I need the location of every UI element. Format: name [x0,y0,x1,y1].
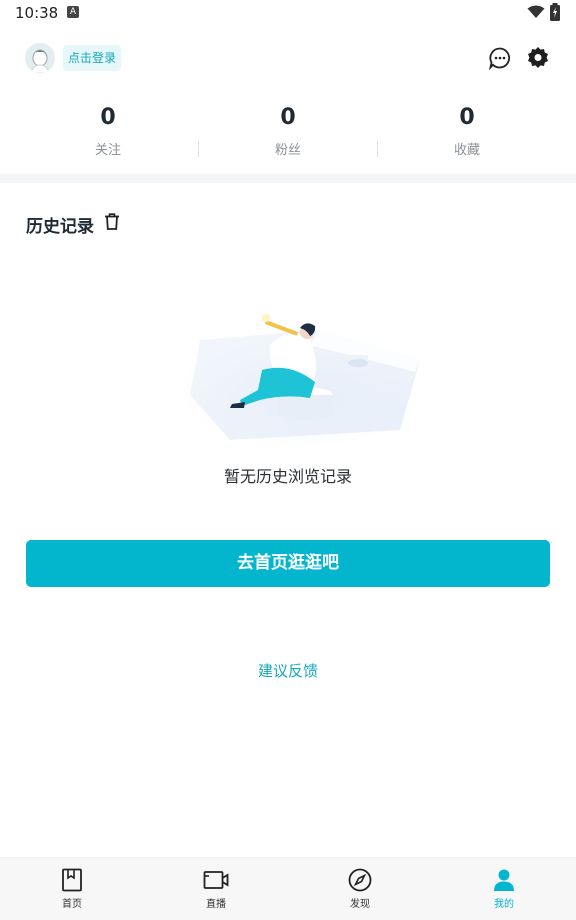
fans-count: 0 [280,105,296,130]
following-label: 关注 [94,143,121,158]
tab-mine-label: 我的 [494,899,514,910]
stats-row: 0 关注 0 粉丝 0 收藏 [0,103,576,163]
tab-discover[interactable]: 发现 [320,868,400,910]
empty-history-text: 暂无历史浏览记录 [223,467,352,486]
compass-icon [348,868,372,892]
stat-following[interactable]: 0 关注 [48,103,168,158]
stat-fans[interactable]: 0 粉丝 [228,103,348,158]
login-button[interactable]: 点击登录 [63,45,122,71]
empty-history-illustration [175,314,425,447]
profile-header: 点击登录 [0,38,576,78]
avatar-icon [25,43,55,73]
tab-home[interactable]: 首页 [32,868,112,910]
video-camera-icon [203,871,229,889]
bottom-tab-bar: 首页 直播 发现 我的 [0,857,576,920]
status-time: 10:38 [15,4,59,22]
avatar[interactable] [25,43,55,73]
favorites-count: 0 [459,105,475,130]
tab-live-label: 直播 [206,899,226,910]
stats-divider [377,141,378,157]
fans-label: 粉丝 [274,143,301,158]
go-home-button[interactable]: 去首页逛逛吧 [26,540,550,587]
tab-discover-label: 发现 [350,899,370,910]
trash-icon[interactable] [104,213,120,231]
chat-icon[interactable] [488,46,512,70]
tab-mine[interactable]: 我的 [464,868,544,910]
following-count: 0 [100,105,116,130]
person-icon [494,869,514,891]
status-bar: 10:38 A [0,0,576,28]
notification-icon: A [67,6,79,18]
tab-home-label: 首页 [62,899,82,910]
gear-icon[interactable] [526,46,550,70]
section-separator [0,174,576,183]
stats-divider [198,141,199,157]
wifi-icon [527,5,545,18]
feedback-link[interactable]: 建议反馈 [0,660,576,681]
stat-favorites[interactable]: 0 收藏 [407,103,527,158]
favorites-label: 收藏 [453,143,480,158]
history-title: 历史记录 [26,217,94,237]
tab-live[interactable]: 直播 [176,868,256,910]
battery-icon [550,3,560,21]
book-icon [62,868,82,892]
